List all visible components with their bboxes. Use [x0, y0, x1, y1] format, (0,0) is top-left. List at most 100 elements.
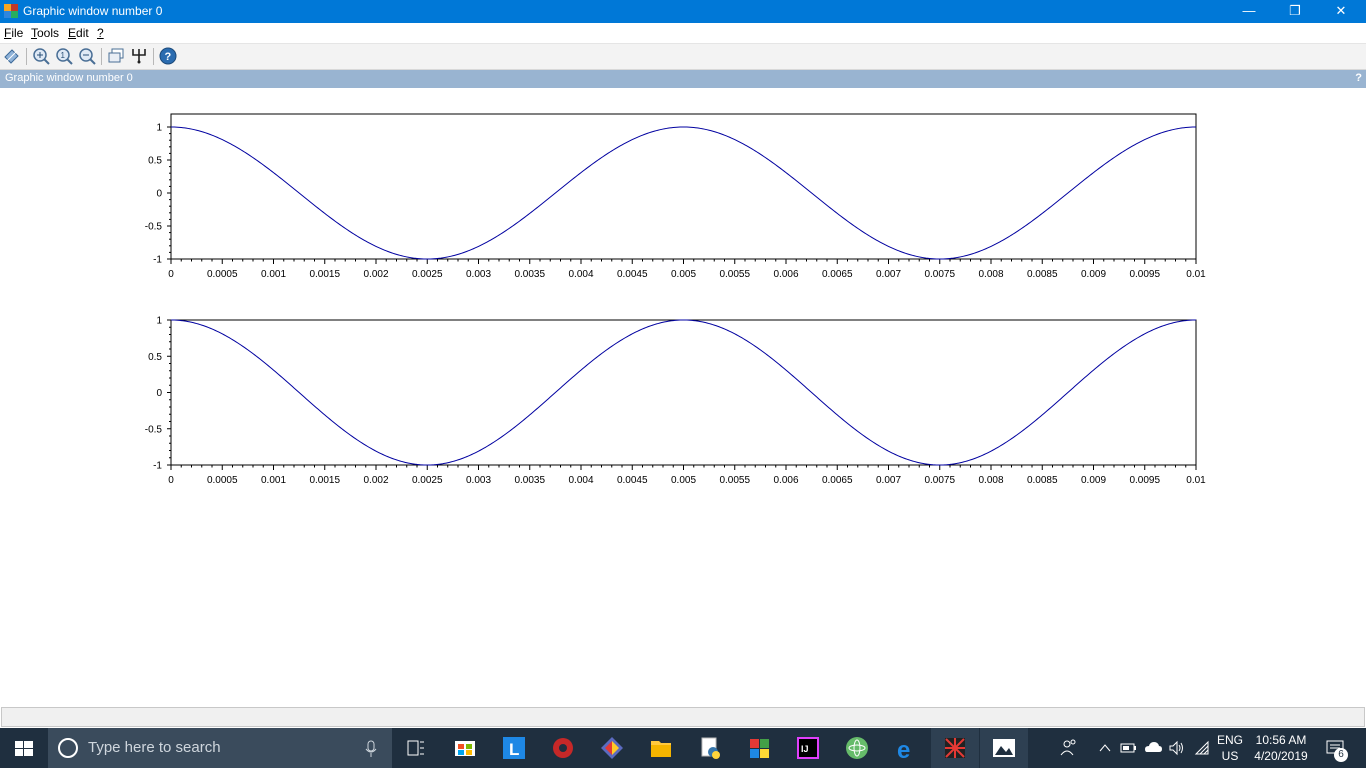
intellij-icon[interactable]: IJ — [784, 728, 832, 768]
clock-time[interactable]: 10:56 AM — [1250, 733, 1312, 747]
onedrive-icon[interactable] — [1143, 740, 1163, 754]
windows-tiles-icon[interactable] — [735, 728, 783, 768]
x-tick-label: 0.0035 — [514, 269, 545, 280]
panel-help-icon[interactable]: ? — [1355, 72, 1362, 84]
x-tick-label: 0.0085 — [1027, 269, 1058, 280]
microphone-icon[interactable] — [364, 740, 378, 758]
title-bar: Graphic window number 0 — ❐ ✕ — [0, 0, 1366, 23]
action-center-button[interactable]: 6 — [1318, 728, 1366, 768]
volume-icon[interactable] — [1168, 740, 1186, 756]
media-app-icon[interactable] — [539, 728, 587, 768]
x-tick-label: 0.01 — [1186, 475, 1206, 486]
l-app-icon[interactable]: L — [490, 728, 538, 768]
y-tick-label: 0.5 — [148, 352, 162, 363]
x-tick-label: 0.0075 — [924, 269, 955, 280]
menu-help[interactable]: ? — [97, 26, 104, 40]
scilab-taskbar-icon[interactable] — [931, 728, 979, 768]
x-tick-label: 0.009 — [1081, 269, 1106, 280]
svg-text:IJ: IJ — [801, 744, 809, 754]
task-view-icon[interactable] — [392, 728, 440, 768]
menu-edit[interactable]: Edit — [68, 26, 89, 40]
wifi-icon[interactable] — [1194, 740, 1210, 756]
x-tick-label: 0.0075 — [924, 475, 955, 486]
x-tick-label: 0.003 — [466, 475, 491, 486]
file-explorer-icon[interactable] — [637, 728, 685, 768]
y-tick-label: 1 — [156, 123, 162, 134]
x-tick-label: 0.007 — [876, 269, 901, 280]
series-line[interactable] — [170, 126, 1197, 260]
store-icon[interactable] — [441, 728, 489, 768]
y-tick-label: -0.5 — [145, 424, 163, 435]
x-tick-label: 0.006 — [773, 475, 798, 486]
axes-top[interactable]: 0 0.0005 0.001 0.0015 0.002 0.0025 0.003 0.0035… — [145, 113, 1206, 280]
taskbar: Type here to search L IJ e ENG US 10:56 … — [0, 728, 1366, 768]
menu-file[interactable]: File — [4, 26, 23, 40]
cortana-icon — [58, 738, 78, 758]
svg-text:L: L — [509, 740, 519, 759]
y-tick-label: -1 — [153, 461, 162, 472]
y-tick-label: 0 — [156, 189, 162, 200]
x-tick-label: 0.0055 — [719, 475, 750, 486]
menu-tools[interactable]: Tools — [31, 26, 59, 40]
plot-frame — [170, 319, 1197, 466]
x-tick-label: 0.005 — [671, 475, 696, 486]
notification-count-badge: 6 — [1334, 748, 1348, 762]
axes-edit-icon[interactable] — [130, 47, 148, 65]
x-tick-label: 0.0005 — [207, 269, 238, 280]
rotate-icon[interactable] — [107, 47, 125, 65]
toolbar: 1 ? — [0, 44, 1366, 70]
x-tick-label: 0.0065 — [822, 269, 853, 280]
plot-frame — [170, 113, 1197, 260]
help-icon[interactable]: ? — [159, 47, 177, 65]
y-tick-label: 0.5 — [148, 156, 162, 167]
toolbar-separator — [153, 48, 154, 65]
restore-button[interactable]: ❐ — [1272, 0, 1318, 23]
menu-bar: File Tools Edit ? — [0, 23, 1366, 44]
svg-text:1: 1 — [61, 51, 66, 60]
x-tick-label: 0.007 — [876, 475, 901, 486]
photos-icon[interactable] — [980, 728, 1028, 768]
chevron-up-icon[interactable] — [1098, 741, 1112, 755]
windows-start-icon[interactable] — [0, 728, 48, 768]
zoom-in-icon[interactable] — [32, 47, 50, 65]
battery-icon[interactable] — [1120, 741, 1138, 755]
clock-date[interactable]: 4/20/2019 — [1250, 749, 1312, 763]
series-line[interactable] — [170, 319, 1197, 466]
minimize-button[interactable]: — — [1226, 0, 1272, 23]
x-tick-label: 0.004 — [568, 269, 593, 280]
python-icon[interactable] — [686, 728, 734, 768]
graphic-canvas[interactable]: 0 0.0005 0.001 0.0015 0.002 0.0025 0.003 0.0035… — [0, 88, 1366, 705]
x-tick-label: 0.002 — [363, 269, 388, 280]
x-tick-label: 0.003 — [466, 269, 491, 280]
x-tick-label: 0.0055 — [719, 269, 750, 280]
edge-icon[interactable]: e — [882, 728, 930, 768]
scilab-app-icon — [4, 4, 18, 18]
region-indicator[interactable]: US — [1214, 749, 1246, 763]
x-tick-label: 0.009 — [1081, 475, 1106, 486]
x-tick-label: 0.0045 — [617, 269, 648, 280]
people-icon[interactable] — [1060, 738, 1078, 758]
zoom-reset-icon[interactable]: 1 — [55, 47, 73, 65]
y-tick-label: 0 — [156, 388, 162, 399]
language-indicator[interactable]: ENG — [1214, 733, 1246, 747]
datatip-icon[interactable] — [3, 47, 21, 65]
x-tick-label: 0.0085 — [1027, 475, 1058, 486]
close-icon: ✕ — [1335, 3, 1347, 18]
taskbar-search-box[interactable]: Type here to search — [48, 728, 392, 768]
x-tick-label: 0.004 — [568, 475, 593, 486]
axes-bottom[interactable]: 0 0.0005 0.001 0.0015 0.002 0.0025 0.003 0.0035… — [145, 316, 1206, 487]
x-tick-label: 0.001 — [261, 269, 286, 280]
x-tick-label: 0 — [168, 475, 174, 486]
x-tick-label: 0 — [168, 269, 174, 280]
zoom-out-icon[interactable] — [78, 47, 96, 65]
x-tick-label: 0.0065 — [822, 475, 853, 486]
x-tick-label: 0.008 — [978, 269, 1003, 280]
git-icon[interactable] — [588, 728, 636, 768]
toolbar-separator — [101, 48, 102, 65]
search-placeholder: Type here to search — [88, 739, 221, 756]
panel-header: Graphic window number 0 ? — [0, 70, 1366, 88]
close-button[interactable]: ✕ — [1318, 0, 1364, 23]
x-tick-label: 0.001 — [261, 475, 286, 486]
x-tick-label: 0.0015 — [309, 269, 340, 280]
atom-icon[interactable] — [833, 728, 881, 768]
